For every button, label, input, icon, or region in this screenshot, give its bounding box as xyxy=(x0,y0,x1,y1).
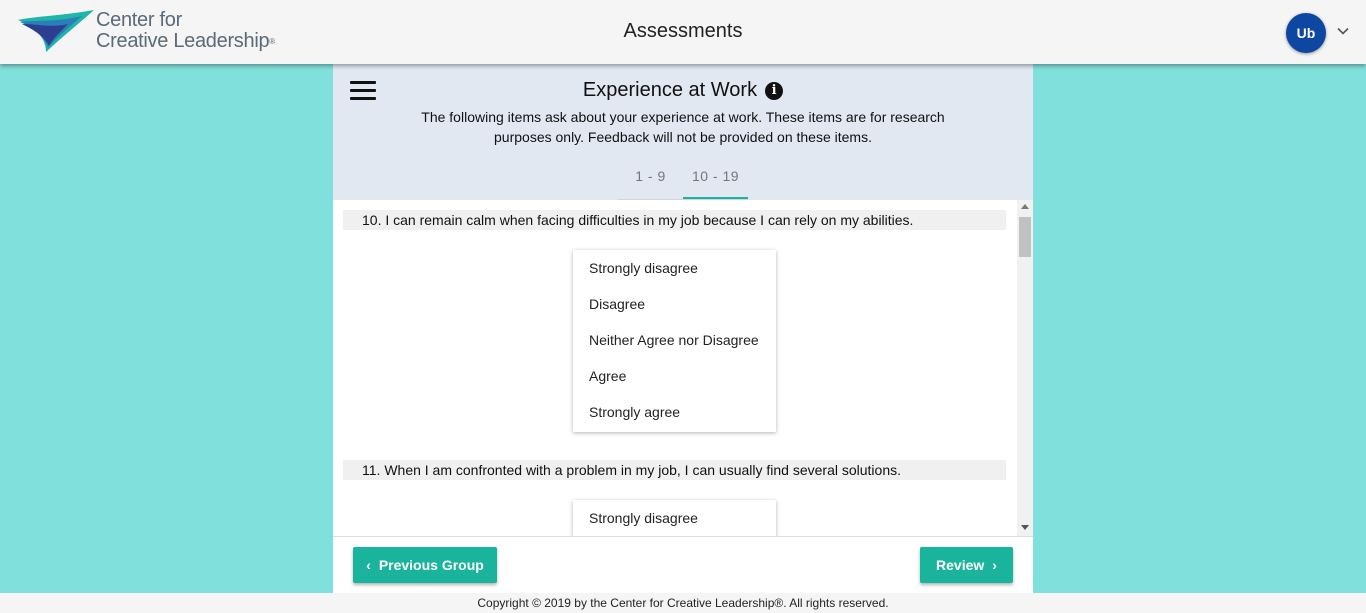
question-10-options: Strongly disagree Disagree Neither Agree… xyxy=(573,250,776,432)
option-strongly-agree[interactable]: Strongly agree xyxy=(573,396,776,432)
chevron-right-icon: › xyxy=(992,557,997,573)
question-11-text: 11. When I am confronted with a problem … xyxy=(343,460,1006,480)
navigation-footer: ‹ Previous Group Review › xyxy=(333,536,1033,593)
question-11-options: Strongly disagree xyxy=(573,500,776,536)
chevron-left-icon: ‹ xyxy=(366,557,371,573)
tab-group-10-19[interactable]: 10 - 19 xyxy=(683,162,748,199)
previous-group-button[interactable]: ‹ Previous Group xyxy=(353,547,497,583)
copyright-text: Copyright © 2019 by the Center for Creat… xyxy=(0,593,1366,613)
user-avatar[interactable]: Ub xyxy=(1286,13,1326,53)
option-agree[interactable]: Agree xyxy=(573,360,776,396)
scrollbar-thumb[interactable] xyxy=(1019,217,1031,257)
scroll-down-icon[interactable] xyxy=(1021,525,1029,530)
chevron-down-icon[interactable] xyxy=(1336,24,1350,38)
page-title: Assessments xyxy=(623,20,743,42)
option-disagree[interactable]: Disagree xyxy=(573,288,776,324)
option-strongly-disagree[interactable]: Strongly disagree xyxy=(573,252,776,288)
option-neither[interactable]: Neither Agree nor Disagree xyxy=(573,324,776,360)
questions-scroll-area: 10. I can remain calm when facing diffic… xyxy=(333,200,1033,536)
assessment-panel: Experience at Work i The following items … xyxy=(333,64,1033,593)
section-title-text: Experience at Work xyxy=(582,79,758,101)
question-10-text: 10. I can remain calm when facing diffic… xyxy=(343,210,1006,230)
group-tabs: 1 - 9 10 - 19 xyxy=(618,162,748,200)
info-icon[interactable]: i xyxy=(765,82,784,100)
review-label: Review xyxy=(936,557,985,573)
scroll-up-icon[interactable] xyxy=(1021,204,1029,209)
review-button[interactable]: Review › xyxy=(920,547,1013,583)
section-title: Experience at Work i xyxy=(333,79,1033,102)
previous-group-label: Previous Group xyxy=(378,557,484,573)
tab-group-1-9[interactable]: 1 - 9 xyxy=(618,162,683,199)
top-bar: Center for Creative Leadership® Assessme… xyxy=(0,0,1366,64)
option-strongly-disagree[interactable]: Strongly disagree xyxy=(573,502,776,536)
vertical-scrollbar[interactable] xyxy=(1017,200,1033,536)
section-description: The following items ask about your exper… xyxy=(421,109,945,145)
section-header: Experience at Work i The following items … xyxy=(333,64,1033,200)
